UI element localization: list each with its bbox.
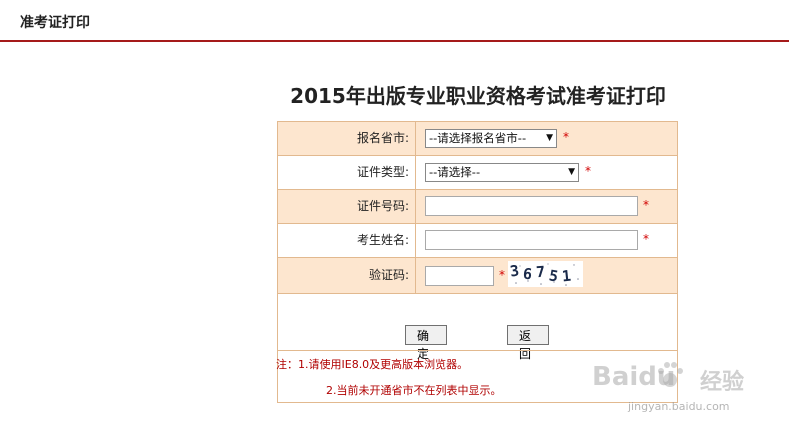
id-type-label: 证件类型: — [278, 156, 416, 189]
note-line-2: 2.当前未开通省市不在列表中显示。 — [326, 384, 502, 397]
id-number-row: 证件号码: * — [278, 190, 677, 224]
captcha-row: 验证码: * 3 6 7 5 1 — [278, 258, 677, 294]
top-bar: 准考证打印 — [0, 0, 789, 42]
baidu-jingyan-watermark: Baidu 经验 jingyan.baidu.com — [592, 356, 782, 426]
name-input[interactable] — [425, 230, 638, 250]
page-header-title: 准考证打印 — [20, 15, 90, 31]
name-label: 考生姓名: — [278, 224, 416, 257]
watermark-url: jingyan.baidu.com — [628, 400, 730, 413]
province-select-value: --请选择报名省市-- — [429, 131, 527, 145]
province-select[interactable]: --请选择报名省市-- ▼ — [425, 129, 557, 148]
id-type-select[interactable]: --请选择-- ▼ — [425, 163, 579, 182]
captcha-noise-icon — [515, 263, 579, 286]
id-number-input[interactable] — [425, 196, 638, 216]
paw-logo-icon — [658, 362, 683, 387]
confirm-button[interactable]: 确定 — [405, 325, 447, 361]
captcha-input[interactable] — [425, 266, 494, 286]
captcha-label: 验证码: — [278, 258, 416, 293]
required-mark: * — [643, 198, 649, 212]
id-type-row: 证件类型: --请选择-- ▼ * — [278, 156, 677, 190]
province-row: 报名省市: --请选择报名省市-- ▼ * — [278, 122, 677, 156]
id-number-label: 证件号码: — [278, 190, 416, 223]
province-label: 报名省市: — [278, 122, 416, 155]
required-mark: * — [585, 164, 591, 178]
note-line-1: 注：1.请使用IE8.0及更高版本浏览器。 — [276, 358, 469, 371]
page-title: 2015年出版专业职业资格考试准考证打印 — [290, 84, 666, 108]
required-mark: * — [499, 268, 505, 282]
back-button[interactable]: 返回 — [507, 325, 549, 361]
required-mark: * — [643, 232, 649, 246]
name-row: 考生姓名: * — [278, 224, 677, 258]
id-type-select-value: --请选择-- — [429, 165, 481, 179]
watermark-cn: 经验 — [700, 370, 745, 395]
captcha-image[interactable]: 3 6 7 5 1 — [508, 261, 583, 287]
required-mark: * — [563, 130, 569, 144]
dropdown-arrow-icon: ▼ — [568, 167, 575, 177]
dropdown-arrow-icon: ▼ — [546, 133, 553, 143]
